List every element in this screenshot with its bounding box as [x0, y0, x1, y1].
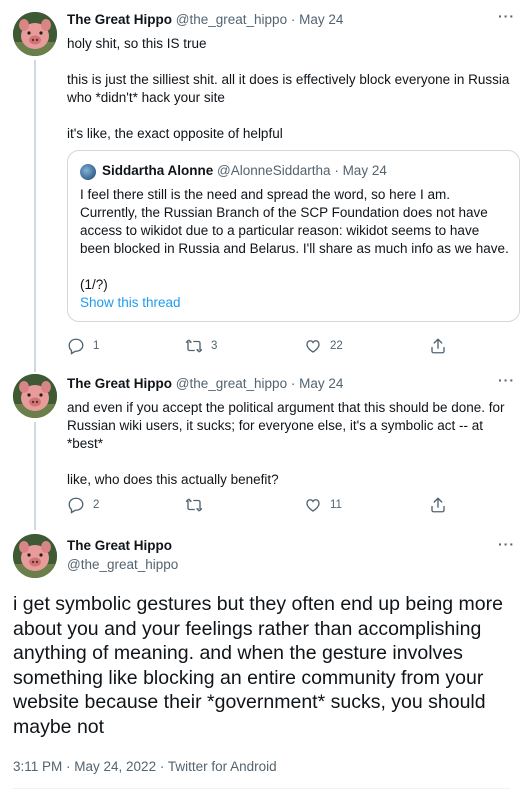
separator: ·	[287, 376, 300, 391]
author-name[interactable]: The Great Hippo	[67, 538, 172, 553]
author-handle[interactable]: @the_great_hippo	[67, 557, 178, 572]
quote-author-handle: @AlonneSiddartha	[217, 163, 331, 178]
tweet-line: and even if you accept the political arg…	[67, 400, 505, 451]
author-name[interactable]: The Great Hippo	[67, 12, 172, 27]
quote-text: I feel there still is the need and sprea…	[80, 186, 510, 312]
share-icon	[431, 497, 445, 513]
pig-avatar-icon	[13, 12, 57, 56]
like-count: 22	[330, 340, 343, 352]
tweet-2[interactable]: The Great Hippo @the_great_hippo · May 2…	[0, 365, 523, 530]
quote-avatar	[80, 164, 96, 180]
main-author-name[interactable]: The Great Hippo	[67, 538, 172, 553]
retweet-count: 3	[211, 340, 218, 352]
action-bar: 2 11	[67, 496, 512, 516]
divider	[13, 788, 510, 789]
reply-count: 1	[93, 340, 100, 352]
quote-body: I feel there still is the need and sprea…	[80, 187, 509, 256]
like-button[interactable]: 22	[304, 337, 343, 355]
tweet-text: and even if you accept the political arg…	[67, 399, 512, 489]
like-icon	[306, 499, 320, 512]
main-author-handle-wrap: @the_great_hippo	[67, 557, 178, 572]
tweet-line: this is just the silliest shit. all it d…	[67, 72, 510, 105]
more-icon[interactable]: ···	[498, 8, 515, 24]
separator: ·	[287, 12, 300, 27]
like-count: 11	[330, 499, 342, 511]
avatar[interactable]	[13, 534, 57, 578]
quoted-tweet[interactable]: Siddartha Alonne @AlonneSiddartha · May …	[67, 150, 520, 322]
quote-date: May 24	[342, 163, 387, 178]
pig-avatar-icon	[13, 534, 57, 578]
separator: ·	[330, 163, 343, 178]
tweet-text: holy shit, so this IS true this is just …	[67, 35, 512, 143]
retweet-button[interactable]	[185, 496, 211, 514]
tweet-timestamp[interactable]: 3:11 PM · May 24, 2022 · Twitter for And…	[13, 759, 277, 774]
main-tweet: The Great Hippo @the_great_hippo ··· i g…	[0, 530, 523, 797]
thread-line	[34, 60, 36, 365]
author-handle[interactable]: @the_great_hippo	[176, 12, 287, 27]
quote-counter: (1/?)	[80, 277, 108, 292]
tweet-1[interactable]: The Great Hippo @the_great_hippo · May 2…	[0, 0, 523, 365]
reply-count: 2	[93, 499, 100, 511]
quote-header: Siddartha Alonne @AlonneSiddartha · May …	[102, 163, 387, 178]
reply-icon	[68, 338, 84, 355]
quote-author-name: Siddartha Alonne	[102, 163, 214, 178]
tweet-header: The Great Hippo @the_great_hippo · May 2…	[67, 376, 343, 391]
share-button[interactable]	[429, 337, 447, 355]
action-bar: 1 3 22	[67, 337, 512, 357]
show-thread-link[interactable]: Show this thread	[80, 294, 510, 312]
share-button[interactable]	[429, 496, 447, 514]
pig-avatar-icon	[13, 374, 57, 418]
thread-line	[34, 422, 36, 530]
tweet-header: The Great Hippo @the_great_hippo · May 2…	[67, 12, 343, 27]
thread-line	[34, 365, 36, 372]
reply-icon	[68, 497, 84, 514]
more-icon[interactable]: ···	[498, 536, 515, 552]
more-icon[interactable]: ···	[498, 372, 515, 388]
tweet-date[interactable]: May 24	[299, 12, 343, 27]
author-handle[interactable]: @the_great_hippo	[176, 376, 287, 391]
tweet-date[interactable]: May 24	[299, 376, 343, 391]
like-button[interactable]: 11	[304, 496, 342, 514]
avatar[interactable]	[13, 374, 57, 418]
tweet-line: like, who does this actually benefit?	[67, 472, 279, 487]
retweet-icon	[185, 498, 203, 512]
retweet-button[interactable]: 3	[185, 337, 217, 355]
reply-button[interactable]: 1	[67, 337, 99, 355]
tweet-line: holy shit, so this IS true	[67, 36, 207, 51]
author-name[interactable]: The Great Hippo	[67, 376, 172, 391]
tweet-line: it's like, the exact opposite of helpful	[67, 126, 283, 141]
avatar[interactable]	[13, 12, 57, 56]
main-tweet-text: i get symbolic gestures but they often e…	[13, 593, 503, 738]
like-icon	[306, 340, 320, 353]
reply-button[interactable]: 2	[67, 496, 99, 514]
share-icon	[431, 338, 445, 354]
retweet-icon	[185, 339, 203, 353]
